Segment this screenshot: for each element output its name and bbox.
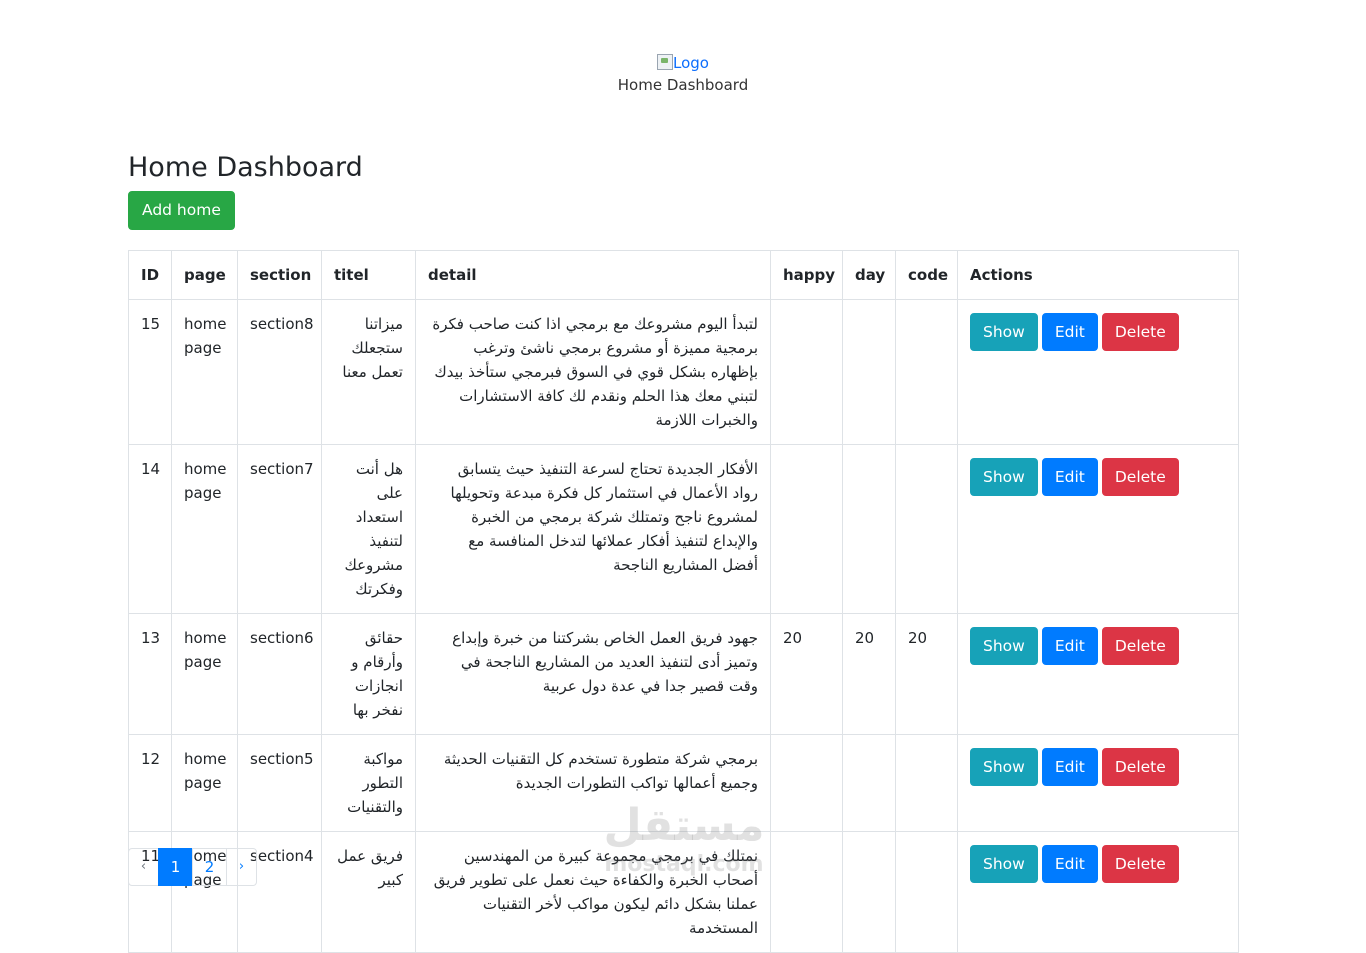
cell-detail: نمتلك في برمجي مجموعة كبيرة من المهندسين… (415, 831, 771, 953)
table-row: 13 home page section6 حقائق وأرقام و انجازا… (128, 613, 1239, 735)
logo-image[interactable]: Logo (657, 52, 709, 74)
column-header-happy: happy (770, 250, 843, 300)
edit-button[interactable]: Edit (1041, 627, 1098, 665)
table-row: 12 home page section5 مواكبة التطور والتقني… (128, 734, 1239, 832)
cell-section: section8 (237, 299, 322, 445)
cell-section: section6 (237, 613, 322, 735)
delete-button[interactable]: Delete (1101, 748, 1179, 786)
delete-button[interactable]: Delete (1101, 313, 1179, 351)
cell-code (895, 831, 958, 953)
cell-page: home page (171, 299, 238, 445)
cell-id: 12 (128, 734, 172, 832)
pagination-next[interactable]: › (226, 848, 257, 886)
cell-section: section7 (237, 444, 322, 614)
cell-code: 20 (895, 613, 958, 735)
logo-alt-text: Logo (673, 54, 709, 72)
pagination-page-2[interactable]: 2 (192, 848, 227, 886)
column-header-actions: Actions (957, 250, 1239, 300)
cell-titel: حقائق وأرقام و انجازات نفخر بها (321, 613, 416, 735)
column-header-titel: titel (321, 250, 416, 300)
add-home-button[interactable]: Add home (128, 191, 235, 230)
cell-day (842, 299, 896, 445)
column-header-section: section (237, 250, 322, 300)
main-content: Home Dashboard Add home ID page section … (128, 146, 1239, 953)
cell-code (895, 299, 958, 445)
column-header-id: ID (128, 250, 172, 300)
cell-actions: Show Edit Delete (957, 613, 1239, 735)
column-header-page: page (171, 250, 238, 300)
pagination-prev[interactable]: ‹ (128, 848, 159, 886)
cell-actions: Show Edit Delete (957, 444, 1239, 614)
show-button[interactable]: Show (970, 313, 1038, 351)
show-button[interactable]: Show (970, 458, 1038, 496)
cell-titel: مواكبة التطور والتقنيات (321, 734, 416, 832)
cell-id: 14 (128, 444, 172, 614)
column-header-day: day (842, 250, 896, 300)
cell-happy (770, 831, 843, 953)
cell-titel: ميزاتنا ستجعلك تعمل معنا (321, 299, 416, 445)
cell-happy (770, 734, 843, 832)
cell-day: 20 (842, 613, 896, 735)
cell-titel: هل أنت على استعداد لتنفيذ مشروعك وفكرتك (321, 444, 416, 614)
show-button[interactable]: Show (970, 845, 1038, 883)
cell-page: home page (171, 613, 238, 735)
table-row: 14 home page section7 هل أنت على استعداد لت… (128, 444, 1239, 614)
cell-page: home page (171, 734, 238, 832)
table-body: 15 home page section8 ميزاتنا ستجعلك تعمل م… (128, 299, 1239, 953)
cell-day (842, 444, 896, 614)
cell-day (842, 831, 896, 953)
cell-happy (770, 299, 843, 445)
page-title: Home Dashboard (128, 152, 363, 183)
column-header-code: code (895, 250, 958, 300)
cell-section: section5 (237, 734, 322, 832)
edit-button[interactable]: Edit (1041, 313, 1098, 351)
cell-detail: الأفكار الجديدة تحتاج لسرعة التنفيذ حيث … (415, 444, 771, 614)
cell-page: home page (171, 444, 238, 614)
edit-button[interactable]: Edit (1041, 458, 1098, 496)
delete-button[interactable]: Delete (1101, 627, 1179, 665)
cell-id: 13 (128, 613, 172, 735)
cell-id: 15 (128, 299, 172, 445)
show-button[interactable]: Show (970, 748, 1038, 786)
edit-button[interactable]: Edit (1041, 845, 1098, 883)
cell-actions: Show Edit Delete (957, 299, 1239, 445)
homes-table: ID page section titel detail happy day c… (128, 250, 1239, 953)
cell-happy (770, 444, 843, 614)
cell-actions: Show Edit Delete (957, 831, 1239, 953)
cell-detail: برمجي شركة متطورة تستخدم كل التقنيات الح… (415, 734, 771, 832)
header-subtitle: Home Dashboard (617, 76, 749, 94)
cell-happy: 20 (770, 613, 843, 735)
table-header-row: ID page section titel detail happy day c… (128, 250, 1239, 300)
table-row: 15 home page section8 ميزاتنا ستجعلك تعمل م… (128, 299, 1239, 445)
cell-titel: فريق عمل كبير (321, 831, 416, 953)
cell-code (895, 444, 958, 614)
cell-detail: لتبدأ اليوم مشروعك مع برمجي اذا كنت صاحب… (415, 299, 771, 445)
cell-actions: Show Edit Delete (957, 734, 1239, 832)
cell-day (842, 734, 896, 832)
site-header: Logo Home Dashboard (0, 52, 1366, 94)
delete-button[interactable]: Delete (1101, 845, 1179, 883)
pagination: ‹ 1 2 › (128, 848, 257, 886)
cell-detail: جهود فريق العمل الخاص بشركتنا من خبرة وإ… (415, 613, 771, 735)
table-row: 11 home page section4 فريق عمل كبير نمتلك في… (128, 831, 1239, 953)
pagination-page-1[interactable]: 1 (158, 848, 193, 886)
cell-code (895, 734, 958, 832)
column-header-detail: detail (415, 250, 771, 300)
delete-button[interactable]: Delete (1101, 458, 1179, 496)
show-button[interactable]: Show (970, 627, 1038, 665)
edit-button[interactable]: Edit (1041, 748, 1098, 786)
broken-image-icon (657, 54, 673, 70)
